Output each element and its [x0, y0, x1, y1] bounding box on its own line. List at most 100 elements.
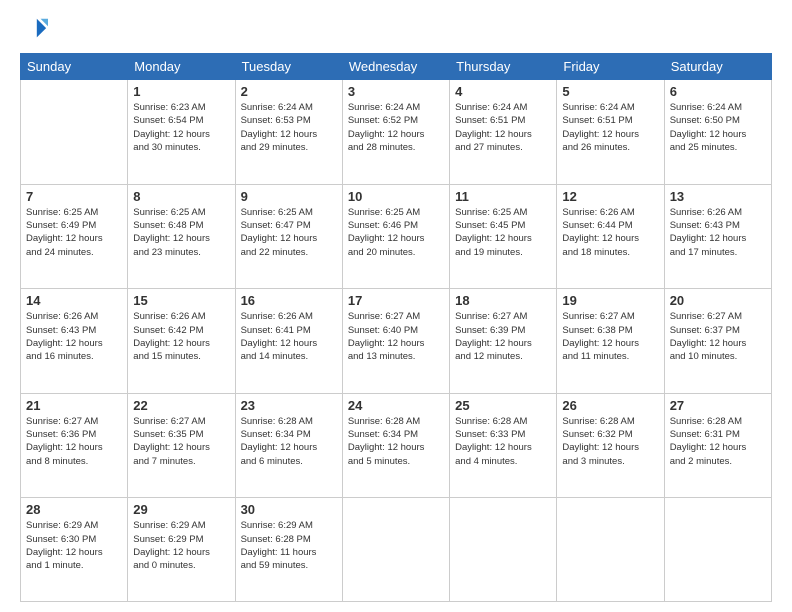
day-number: 30	[241, 502, 337, 517]
calendar-cell: 22 Sunrise: 6:27 AM Sunset: 6:35 PM Dayli…	[128, 393, 235, 498]
day-number: 20	[670, 293, 766, 308]
day-number: 11	[455, 189, 551, 204]
weekday-header-cell: Friday	[557, 54, 664, 80]
cell-content: Sunrise: 6:29 AM Sunset: 6:28 PM Dayligh…	[241, 519, 337, 572]
calendar-cell: 25 Sunrise: 6:28 AM Sunset: 6:33 PM Dayli…	[450, 393, 557, 498]
cell-content: Sunrise: 6:24 AM Sunset: 6:51 PM Dayligh…	[455, 101, 551, 154]
cell-content: Sunrise: 6:27 AM Sunset: 6:40 PM Dayligh…	[348, 310, 444, 363]
calendar-cell: 29Sunrise: 6:29 AM Sunset: 6:29 PM Dayli…	[128, 498, 235, 602]
calendar-week-row: 28 Sunrise: 6:29 AM Sunset: 6:30 PM Dayli…	[21, 498, 772, 602]
header	[20, 15, 772, 43]
calendar-cell: 26 Sunrise: 6:28 AM Sunset: 6:32 PM Dayli…	[557, 393, 664, 498]
calendar-cell: 11 Sunrise: 6:25 AM Sunset: 6:45 PM Dayli…	[450, 184, 557, 289]
day-number: 7	[26, 189, 122, 204]
day-number: 3	[348, 84, 444, 99]
day-number: 9	[241, 189, 337, 204]
cell-content: Sunrise: 6:25 AM Sunset: 6:48 PM Dayligh…	[133, 206, 229, 259]
day-number: 28	[26, 502, 122, 517]
calendar-week-row: 7 Sunrise: 6:25 AM Sunset: 6:49 PM Daylig…	[21, 184, 772, 289]
weekday-header-cell: Monday	[128, 54, 235, 80]
weekday-header-cell: Wednesday	[342, 54, 449, 80]
calendar-cell: 15Sunrise: 6:26 AM Sunset: 6:42 PM Dayli…	[128, 289, 235, 394]
calendar-cell: 9 Sunrise: 6:25 AM Sunset: 6:47 PM Daylig…	[235, 184, 342, 289]
cell-content: Sunrise: 6:29 AM Sunset: 6:29 PM Dayligh…	[133, 519, 229, 572]
calendar-cell	[342, 498, 449, 602]
calendar-table: SundayMondayTuesdayWednesdayThursdayFrid…	[20, 53, 772, 602]
calendar-cell: 8 Sunrise: 6:25 AM Sunset: 6:48 PM Daylig…	[128, 184, 235, 289]
calendar-body: 1 Sunrise: 6:23 AM Sunset: 6:54 PM Daylig…	[21, 80, 772, 602]
day-number: 27	[670, 398, 766, 413]
calendar-week-row: 14 Sunrise: 6:26 AM Sunset: 6:43 PM Dayli…	[21, 289, 772, 394]
cell-content: Sunrise: 6:25 AM Sunset: 6:47 PM Dayligh…	[241, 206, 337, 259]
day-number: 1	[133, 84, 229, 99]
calendar-cell: 6 Sunrise: 6:24 AM Sunset: 6:50 PM Daylig…	[664, 80, 771, 185]
cell-content: Sunrise: 6:27 AM Sunset: 6:37 PM Dayligh…	[670, 310, 766, 363]
day-number: 12	[562, 189, 658, 204]
cell-content: Sunrise: 6:27 AM Sunset: 6:35 PM Dayligh…	[133, 415, 229, 468]
day-number: 21	[26, 398, 122, 413]
day-number: 2	[241, 84, 337, 99]
calendar-cell: 18 Sunrise: 6:27 AM Sunset: 6:39 PM Dayli…	[450, 289, 557, 394]
cell-content: Sunrise: 6:24 AM Sunset: 6:53 PM Dayligh…	[241, 101, 337, 154]
calendar-cell: 24 Sunrise: 6:28 AM Sunset: 6:34 PM Dayli…	[342, 393, 449, 498]
day-number: 8	[133, 189, 229, 204]
cell-content: Sunrise: 6:23 AM Sunset: 6:54 PM Dayligh…	[133, 101, 229, 154]
calendar-week-row: 21Sunrise: 6:27 AM Sunset: 6:36 PM Dayli…	[21, 393, 772, 498]
day-number: 6	[670, 84, 766, 99]
logo	[20, 15, 52, 43]
calendar-cell: 13Sunrise: 6:26 AM Sunset: 6:43 PM Dayli…	[664, 184, 771, 289]
cell-content: Sunrise: 6:26 AM Sunset: 6:44 PM Dayligh…	[562, 206, 658, 259]
calendar-cell: 5 Sunrise: 6:24 AM Sunset: 6:51 PM Daylig…	[557, 80, 664, 185]
cell-content: Sunrise: 6:29 AM Sunset: 6:30 PM Dayligh…	[26, 519, 122, 572]
cell-content: Sunrise: 6:24 AM Sunset: 6:52 PM Dayligh…	[348, 101, 444, 154]
day-number: 17	[348, 293, 444, 308]
calendar-cell	[21, 80, 128, 185]
cell-content: Sunrise: 6:24 AM Sunset: 6:51 PM Dayligh…	[562, 101, 658, 154]
calendar-cell: 3 Sunrise: 6:24 AM Sunset: 6:52 PM Daylig…	[342, 80, 449, 185]
day-number: 19	[562, 293, 658, 308]
day-number: 15	[133, 293, 229, 308]
cell-content: Sunrise: 6:28 AM Sunset: 6:33 PM Dayligh…	[455, 415, 551, 468]
calendar-cell: 20 Sunrise: 6:27 AM Sunset: 6:37 PM Dayli…	[664, 289, 771, 394]
day-number: 25	[455, 398, 551, 413]
calendar-cell: 7 Sunrise: 6:25 AM Sunset: 6:49 PM Daylig…	[21, 184, 128, 289]
day-number: 23	[241, 398, 337, 413]
cell-content: Sunrise: 6:25 AM Sunset: 6:49 PM Dayligh…	[26, 206, 122, 259]
day-number: 5	[562, 84, 658, 99]
calendar-cell: 10Sunrise: 6:25 AM Sunset: 6:46 PM Dayli…	[342, 184, 449, 289]
cell-content: Sunrise: 6:24 AM Sunset: 6:50 PM Dayligh…	[670, 101, 766, 154]
weekday-header-cell: Thursday	[450, 54, 557, 80]
calendar-cell: 17 Sunrise: 6:27 AM Sunset: 6:40 PM Dayli…	[342, 289, 449, 394]
day-number: 14	[26, 293, 122, 308]
day-number: 22	[133, 398, 229, 413]
day-number: 18	[455, 293, 551, 308]
cell-content: Sunrise: 6:26 AM Sunset: 6:43 PM Dayligh…	[26, 310, 122, 363]
cell-content: Sunrise: 6:26 AM Sunset: 6:43 PM Dayligh…	[670, 206, 766, 259]
calendar-cell: 28 Sunrise: 6:29 AM Sunset: 6:30 PM Dayli…	[21, 498, 128, 602]
calendar-cell: 27 Sunrise: 6:28 AM Sunset: 6:31 PM Dayli…	[664, 393, 771, 498]
day-number: 24	[348, 398, 444, 413]
calendar-cell: 14 Sunrise: 6:26 AM Sunset: 6:43 PM Dayli…	[21, 289, 128, 394]
calendar-cell: 12 Sunrise: 6:26 AM Sunset: 6:44 PM Dayli…	[557, 184, 664, 289]
weekday-header-row: SundayMondayTuesdayWednesdayThursdayFrid…	[21, 54, 772, 80]
logo-icon	[20, 15, 48, 43]
cell-content: Sunrise: 6:28 AM Sunset: 6:34 PM Dayligh…	[348, 415, 444, 468]
calendar-cell: 19Sunrise: 6:27 AM Sunset: 6:38 PM Dayli…	[557, 289, 664, 394]
day-number: 26	[562, 398, 658, 413]
cell-content: Sunrise: 6:25 AM Sunset: 6:46 PM Dayligh…	[348, 206, 444, 259]
calendar-week-row: 1 Sunrise: 6:23 AM Sunset: 6:54 PM Daylig…	[21, 80, 772, 185]
cell-content: Sunrise: 6:25 AM Sunset: 6:45 PM Dayligh…	[455, 206, 551, 259]
calendar-cell: 21Sunrise: 6:27 AM Sunset: 6:36 PM Dayli…	[21, 393, 128, 498]
calendar-cell: 4Sunrise: 6:24 AM Sunset: 6:51 PM Daylig…	[450, 80, 557, 185]
cell-content: Sunrise: 6:28 AM Sunset: 6:34 PM Dayligh…	[241, 415, 337, 468]
calendar-cell: 23 Sunrise: 6:28 AM Sunset: 6:34 PM Dayli…	[235, 393, 342, 498]
cell-content: Sunrise: 6:28 AM Sunset: 6:31 PM Dayligh…	[670, 415, 766, 468]
calendar-cell	[664, 498, 771, 602]
cell-content: Sunrise: 6:26 AM Sunset: 6:41 PM Dayligh…	[241, 310, 337, 363]
cell-content: Sunrise: 6:28 AM Sunset: 6:32 PM Dayligh…	[562, 415, 658, 468]
weekday-header-cell: Sunday	[21, 54, 128, 80]
calendar-cell	[450, 498, 557, 602]
cell-content: Sunrise: 6:27 AM Sunset: 6:39 PM Dayligh…	[455, 310, 551, 363]
calendar-cell	[557, 498, 664, 602]
calendar-cell: 2 Sunrise: 6:24 AM Sunset: 6:53 PM Daylig…	[235, 80, 342, 185]
